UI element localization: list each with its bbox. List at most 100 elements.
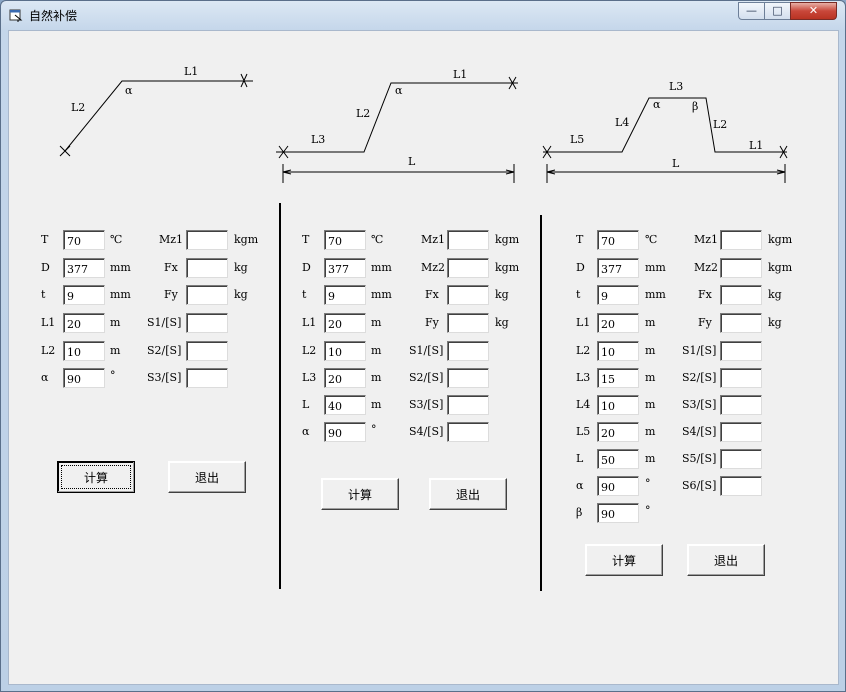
p1-out-label-s1: S1/[S] (147, 316, 182, 329)
p2-label-d: D (302, 261, 311, 274)
p3-unit-beta: ° (645, 504, 651, 517)
p1-unit-alpha: ° (110, 369, 116, 382)
d2-label-l2: L2 (356, 107, 370, 120)
p3-input-l5[interactable] (597, 422, 639, 442)
close-button[interactable]: ✕ (790, 2, 837, 20)
p1-out-s1[interactable] (186, 313, 228, 333)
p2-out-mz2[interactable] (447, 258, 489, 278)
d3-label-l3: L3 (669, 80, 683, 93)
p1-out-fy[interactable] (186, 285, 228, 305)
p2-label-l1: L1 (302, 316, 317, 329)
p3-input-l4[interactable] (597, 395, 639, 415)
p2-out-label-fy: Fy (425, 316, 439, 329)
p2-input-alpha[interactable] (324, 422, 366, 442)
p2-input-l1[interactable] (324, 313, 366, 333)
p2-input-l2[interactable] (324, 341, 366, 361)
maximize-button[interactable]: □ (764, 2, 791, 20)
d3-label-alpha: α (653, 98, 661, 111)
p3-input-beta[interactable] (597, 503, 639, 523)
p3-unit-l4: m (645, 398, 656, 411)
title-bar[interactable]: 自然补偿 — □ ✕ (1, 1, 845, 29)
p3-input-d[interactable] (597, 258, 639, 278)
minimize-button[interactable]: — (738, 2, 765, 20)
p3-out-mz1[interactable] (720, 230, 762, 250)
p1-label-d: D (41, 261, 50, 274)
p2-out-s3[interactable] (447, 395, 489, 415)
p3-exit-button[interactable]: 退出 (687, 544, 765, 576)
p3-input-l2[interactable] (597, 341, 639, 361)
p3-out-s2[interactable] (720, 368, 762, 388)
d2-label-alpha: α (395, 84, 403, 97)
p2-out-label-fx: Fx (425, 288, 439, 301)
d3-label-beta: β (692, 100, 698, 113)
p3-label-beta: β (576, 506, 583, 519)
p3-out-fx[interactable] (720, 285, 762, 305)
p3-input-t[interactable] (597, 230, 639, 250)
p3-unit-thk: mm (645, 288, 666, 301)
d2-label-l: L (408, 155, 416, 168)
p2-out-s1[interactable] (447, 341, 489, 361)
p3-out-fy[interactable] (720, 313, 762, 333)
p3-out-label-s3: S3/[S] (682, 398, 717, 411)
p3-input-thk[interactable] (597, 285, 639, 305)
p1-out-s3[interactable] (186, 368, 228, 388)
p3-input-l3[interactable] (597, 368, 639, 388)
p2-out-mz1[interactable] (447, 230, 489, 250)
p1-exit-button[interactable]: 退出 (168, 461, 246, 493)
p3-out-s3[interactable] (720, 395, 762, 415)
p2-label-alpha: α (302, 425, 310, 438)
p1-input-t[interactable] (63, 230, 105, 250)
p3-out-label-fx: Fx (698, 288, 712, 301)
p3-label-t: T (576, 233, 584, 246)
p3-out-label-s6: S6/[S] (682, 479, 717, 492)
p3-unit-l5: m (645, 425, 656, 438)
d1-label-l2: L2 (71, 101, 85, 114)
p1-label-thk: t (41, 288, 46, 301)
p2-input-thk[interactable] (324, 285, 366, 305)
p1-unit-d: mm (110, 261, 131, 274)
p2-label-l3: L3 (302, 371, 317, 384)
p1-out-mz1[interactable] (186, 230, 228, 250)
p2-out-fy[interactable] (447, 313, 489, 333)
p3-label-l4: L4 (576, 398, 591, 411)
p1-calc-button[interactable]: 计算 (57, 461, 135, 493)
p2-input-l3[interactable] (324, 368, 366, 388)
d3-label-l4: L4 (615, 116, 629, 129)
p2-input-d[interactable] (324, 258, 366, 278)
p2-input-t[interactable] (324, 230, 366, 250)
p3-input-alpha[interactable] (597, 476, 639, 496)
p2-exit-button[interactable]: 退出 (429, 478, 507, 510)
d3-label-l: L (672, 157, 680, 170)
p3-out-label-s1: S1/[S] (682, 344, 717, 357)
p3-calc-button[interactable]: 计算 (585, 544, 663, 576)
p2-calc-button[interactable]: 计算 (321, 478, 399, 510)
p2-out-s2[interactable] (447, 368, 489, 388)
p2-out-s4[interactable] (447, 422, 489, 442)
p1-input-d[interactable] (63, 258, 105, 278)
d1-label-alpha: α (125, 84, 133, 97)
p2-unit-alpha: ° (371, 423, 377, 436)
p1-input-l1[interactable] (63, 313, 105, 333)
p1-out-fx[interactable] (186, 258, 228, 278)
p3-label-l1: L1 (576, 316, 591, 329)
p3-input-l1[interactable] (597, 313, 639, 333)
p2-unit-l1: m (371, 316, 382, 329)
p3-out-s1[interactable] (720, 341, 762, 361)
p3-out-mz2[interactable] (720, 258, 762, 278)
p1-out-s2[interactable] (186, 341, 228, 361)
p2-out-label-mz1: Mz1 (421, 233, 446, 246)
p1-unit-thk: mm (110, 288, 131, 301)
p1-input-alpha[interactable] (63, 368, 105, 388)
p3-input-l[interactable] (597, 449, 639, 469)
p2-out-fx[interactable] (447, 285, 489, 305)
p3-label-alpha: α (576, 479, 584, 492)
window: 自然补偿 — □ ✕ L1 L2 α L1 L2 L3 L α L1 L2 L3… (0, 0, 846, 692)
p1-label-l2: L2 (41, 344, 56, 357)
p1-input-l2[interactable] (63, 341, 105, 361)
d2-label-l3: L3 (311, 133, 325, 146)
p3-out-s6[interactable] (720, 476, 762, 496)
p1-input-thk[interactable] (63, 285, 105, 305)
p3-out-s5[interactable] (720, 449, 762, 469)
p2-input-l[interactable] (324, 395, 366, 415)
p3-out-s4[interactable] (720, 422, 762, 442)
